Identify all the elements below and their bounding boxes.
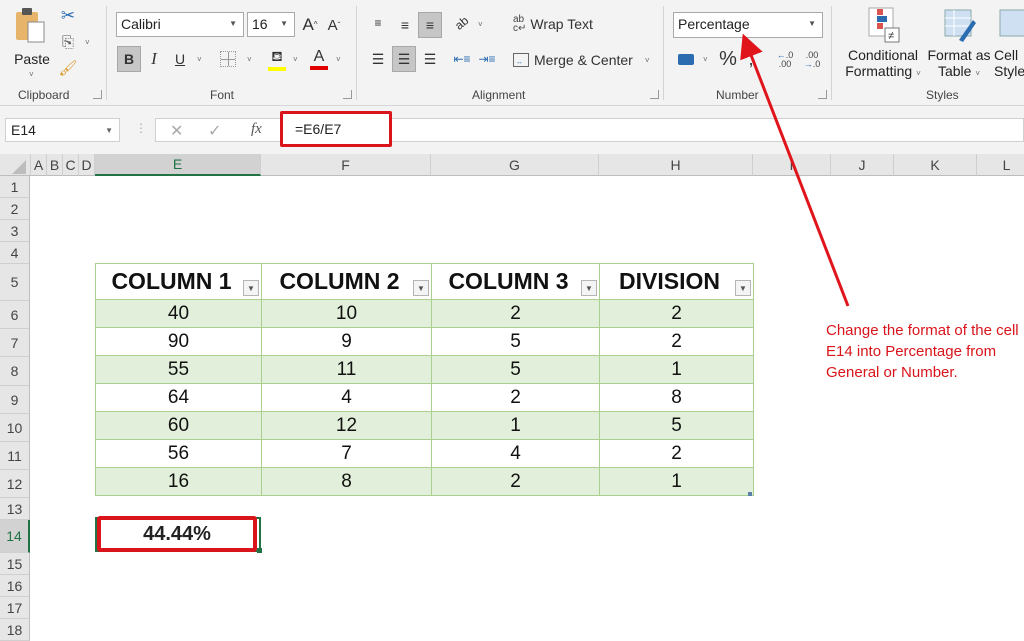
arrow-line [740,33,850,307]
annotation-note: Change the format of the cell E14 into P… [826,322,1019,381]
